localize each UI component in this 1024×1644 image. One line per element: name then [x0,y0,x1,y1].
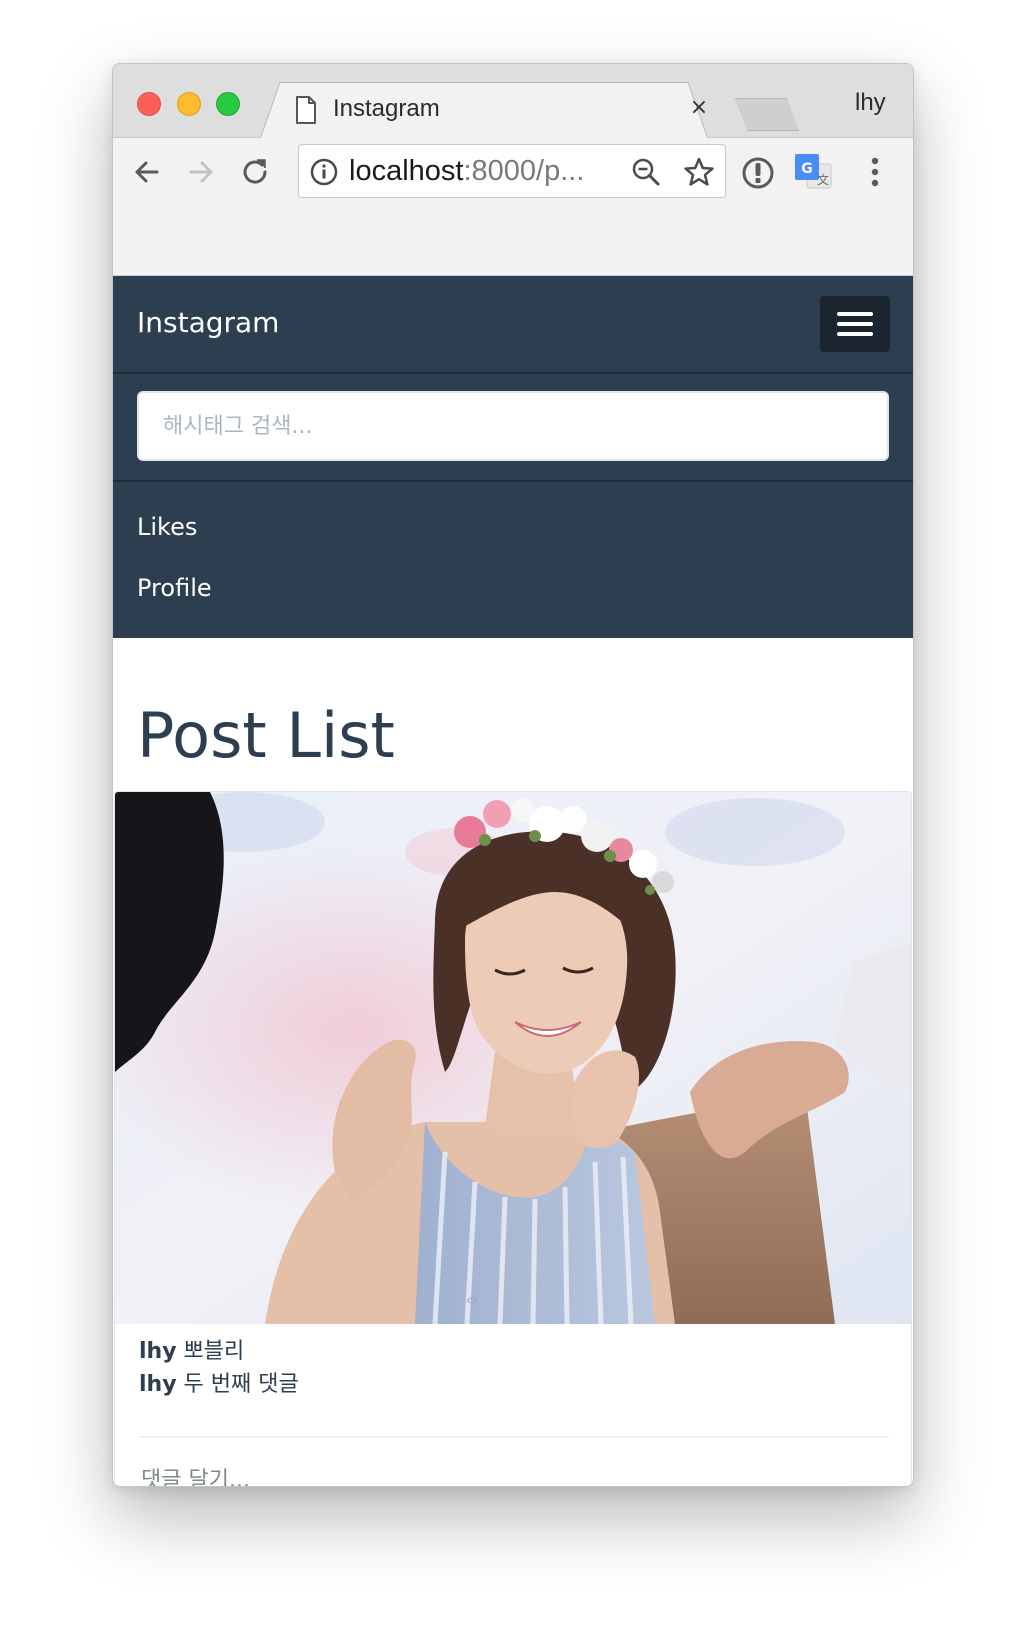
navbar-toggle-button[interactable] [820,296,890,352]
svg-text:ᄋ: ᄋ [465,1295,480,1314]
tab-strip: Instagram × lhy [113,64,913,139]
url-path: :8000/p... [463,155,585,187]
close-icon[interactable]: × [683,92,715,124]
page-title: Post List [137,699,395,772]
svg-text:G: G [801,161,813,177]
browser-toolbar: localhost:8000/p... G 文 [113,138,913,276]
nav-link-profile[interactable]: Profile [137,571,212,605]
url-host: localhost [349,155,464,187]
post-card: ᄋ lhy 뽀블리 lhy 두 번째 댓글 [114,791,912,1486]
address-bar[interactable]: localhost:8000/p... [298,144,726,198]
star-icon[interactable] [683,156,715,188]
new-tab-button[interactable] [735,98,799,131]
comment-item: lhy 뽀블리 [139,1336,244,1368]
browser-window: Instagram × lhy localhost:8000/p... G 文 … [112,63,914,1487]
comment-divider [139,1436,889,1438]
kebab-menu-icon[interactable] [855,152,895,192]
comment-user[interactable]: lhy [139,1372,177,1397]
password-manager-icon[interactable] [737,152,779,194]
hamburger-bar [837,322,873,326]
post-photo[interactable]: ᄋ [115,792,912,1324]
hamburger-bar [837,332,873,336]
comment-text: 뽀블리 [183,1339,245,1364]
zoom-out-icon[interactable] [631,157,661,187]
url-text[interactable]: localhost:8000/p... [349,151,584,191]
comment-input[interactable] [139,1452,893,1486]
minimize-window-button[interactable] [177,92,201,116]
profile-name[interactable]: lhy [855,86,886,120]
svg-text:文: 文 [817,172,829,187]
forward-arrow-icon[interactable] [181,152,221,192]
reload-icon[interactable] [235,152,275,192]
hashtag-search-input[interactable] [137,391,889,461]
navbar-brand[interactable]: Instagram [137,303,279,343]
navbar-divider [113,372,913,374]
hamburger-bar [837,312,873,316]
comment-item: lhy 두 번째 댓글 [139,1369,299,1401]
close-window-button[interactable] [137,92,161,116]
navbar: Instagram Likes Profile [113,276,913,638]
nav-link-likes[interactable]: Likes [137,510,197,544]
google-translate-icon[interactable]: G 文 [791,150,837,196]
page-viewport: Instagram Likes Profile Post List [113,276,913,1486]
back-arrow-icon[interactable] [127,152,167,192]
navbar-divider [113,480,913,482]
info-icon[interactable] [309,157,339,187]
zoom-window-button[interactable] [216,92,240,116]
tab-title: Instagram [333,95,440,122]
page-icon [296,96,316,124]
comment-user[interactable]: lhy [139,1339,177,1364]
tab-outline [260,82,708,139]
comment-text: 두 번째 댓글 [183,1372,299,1397]
